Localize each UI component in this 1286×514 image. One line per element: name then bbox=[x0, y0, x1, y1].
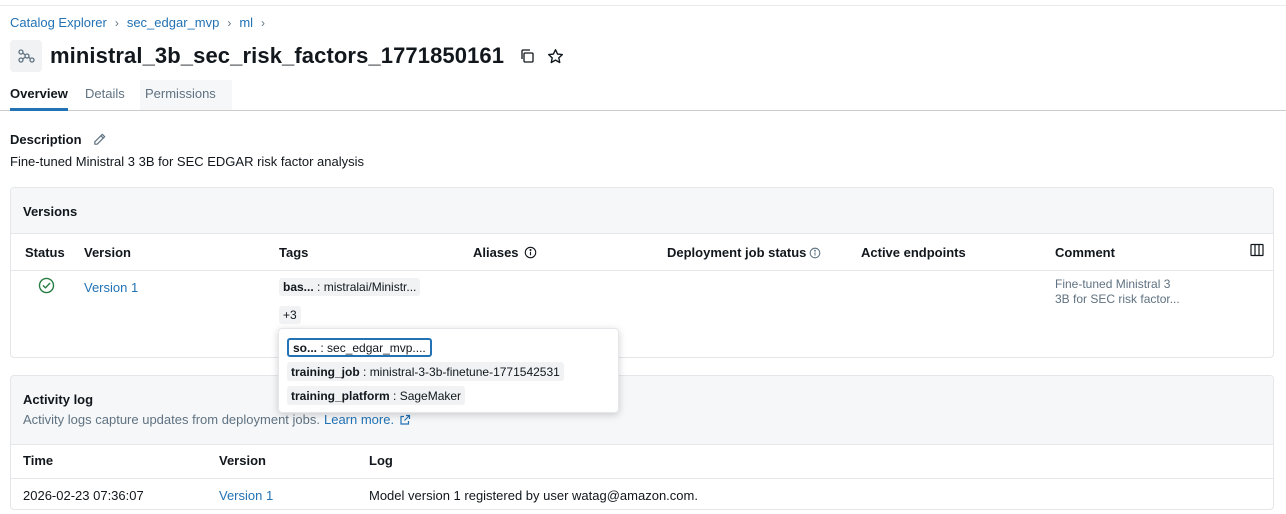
tab-overview[interactable]: Overview bbox=[10, 80, 68, 111]
tag-key: training_platform bbox=[291, 388, 390, 403]
deployment-job-status-label: Deployment job status bbox=[667, 245, 807, 260]
activity-log-title: Activity log bbox=[23, 392, 94, 407]
versions-panel: Versions Status Version Tags Aliases Dep… bbox=[10, 187, 1274, 358]
breadcrumb-schema[interactable]: ml bbox=[239, 15, 253, 30]
activity-log-description: Activity logs capture updates from deplo… bbox=[23, 412, 320, 427]
breadcrumb-separator: › bbox=[261, 15, 266, 30]
tag-value-text: mistralai/Ministr... bbox=[323, 280, 417, 294]
tag-value-text: ministral-3-3b-finetune-1771542531 bbox=[369, 364, 560, 379]
breadcrumb: Catalog Explorer › sec_edgar_mvp › ml › bbox=[10, 15, 273, 30]
tag-key: bas... bbox=[283, 280, 314, 294]
external-link-icon[interactable] bbox=[399, 414, 411, 426]
tab-bar: Overview Details Permissions bbox=[0, 80, 1286, 111]
model-graph-icon bbox=[10, 40, 42, 72]
tag-value: : mistralai/Ministr... bbox=[313, 280, 417, 294]
activity-log-panel: Activity log Activity logs capture updat… bbox=[10, 375, 1274, 510]
column-settings-icon[interactable] bbox=[1249, 242, 1265, 261]
popover-tag[interactable]: training_job : ministral-3-3b-finetune-1… bbox=[287, 362, 564, 381]
aliases-label: Aliases bbox=[473, 245, 519, 260]
page-title: ministral_3b_sec_risk_factors_1771850161 bbox=[50, 43, 505, 68]
column-header-log: Log bbox=[369, 453, 393, 468]
description-text: Fine-tuned Ministral 3 3B for SEC EDGAR … bbox=[10, 154, 365, 169]
versions-header: Versions bbox=[11, 188, 1273, 234]
breadcrumb-separator: › bbox=[114, 15, 119, 30]
popover-tag[interactable]: so... : sec_edgar_mvp.... bbox=[287, 338, 432, 357]
activity-version-link[interactable]: Version 1 bbox=[219, 488, 273, 503]
tag-value-text: SageMaker bbox=[399, 388, 462, 403]
column-header-version: Version bbox=[219, 453, 266, 468]
pencil-icon[interactable] bbox=[92, 132, 107, 147]
column-header-time: Time bbox=[23, 453, 54, 468]
info-icon[interactable] bbox=[524, 246, 537, 259]
tag-value-text: sec_edgar_mvp.... bbox=[327, 340, 426, 355]
tag-key: so... bbox=[293, 340, 318, 355]
breadcrumb-catalog-explorer[interactable]: Catalog Explorer bbox=[10, 15, 107, 30]
more-tags-button[interactable]: +3 bbox=[279, 306, 301, 324]
column-header-tags: Tags bbox=[279, 245, 309, 260]
copy-icon[interactable] bbox=[518, 47, 536, 65]
tag-value: : sec_edgar_mvp.... bbox=[317, 340, 426, 355]
column-header-version[interactable]: Version bbox=[84, 245, 131, 260]
title-row: ministral_3b_sec_risk_factors_1771850161 bbox=[10, 40, 564, 72]
tag-key: training_job bbox=[291, 364, 360, 379]
table-header-divider bbox=[11, 270, 1273, 271]
description-heading: Description bbox=[10, 132, 107, 147]
activity-log-message: Model version 1 registered by user watag… bbox=[369, 488, 698, 503]
info-icon[interactable] bbox=[809, 247, 821, 259]
activity-log-header: Activity log Activity logs capture updat… bbox=[11, 376, 1273, 445]
column-header-aliases: Aliases bbox=[473, 245, 537, 260]
table-header-divider bbox=[11, 478, 1273, 479]
learn-more-link[interactable]: Learn more. bbox=[324, 412, 394, 427]
check-circle-icon bbox=[38, 277, 55, 297]
breadcrumb-catalog[interactable]: sec_edgar_mvp bbox=[127, 15, 220, 30]
breadcrumb-separator: › bbox=[227, 15, 232, 30]
star-icon[interactable] bbox=[546, 47, 564, 65]
activity-time: 2026-02-23 07:36:07 bbox=[23, 488, 144, 503]
popover-tag[interactable]: training_platform : SageMaker bbox=[287, 386, 466, 405]
column-header-comment: Comment bbox=[1055, 245, 1115, 260]
top-divider bbox=[0, 0, 1286, 6]
tag-value: : SageMaker bbox=[389, 388, 462, 403]
tag-chip[interactable]: bas... : mistralai/Ministr... bbox=[279, 278, 421, 296]
comment-line: Fine-tuned Ministral 3 bbox=[1055, 277, 1171, 291]
description-label: Description bbox=[10, 132, 82, 147]
tags-popover: so... : sec_edgar_mvp.... training_job :… bbox=[278, 328, 619, 413]
column-header-status: Status bbox=[25, 245, 65, 260]
version-link[interactable]: Version 1 bbox=[84, 280, 138, 295]
activity-log-subtitle: Activity logs capture updates from deplo… bbox=[23, 412, 411, 427]
tab-permissions[interactable]: Permissions bbox=[145, 80, 216, 110]
column-header-deployment-job-status: Deployment job status bbox=[667, 245, 821, 260]
version-comment: Fine-tuned Ministral 3 3B for SEC risk f… bbox=[1055, 277, 1205, 307]
comment-line: 3B for SEC risk factor... bbox=[1055, 292, 1180, 306]
tag-value: : ministral-3-3b-finetune-1771542531 bbox=[359, 364, 560, 379]
tab-details[interactable]: Details bbox=[85, 80, 125, 110]
column-header-active-endpoints: Active endpoints bbox=[861, 245, 966, 260]
versions-title: Versions bbox=[23, 204, 78, 219]
